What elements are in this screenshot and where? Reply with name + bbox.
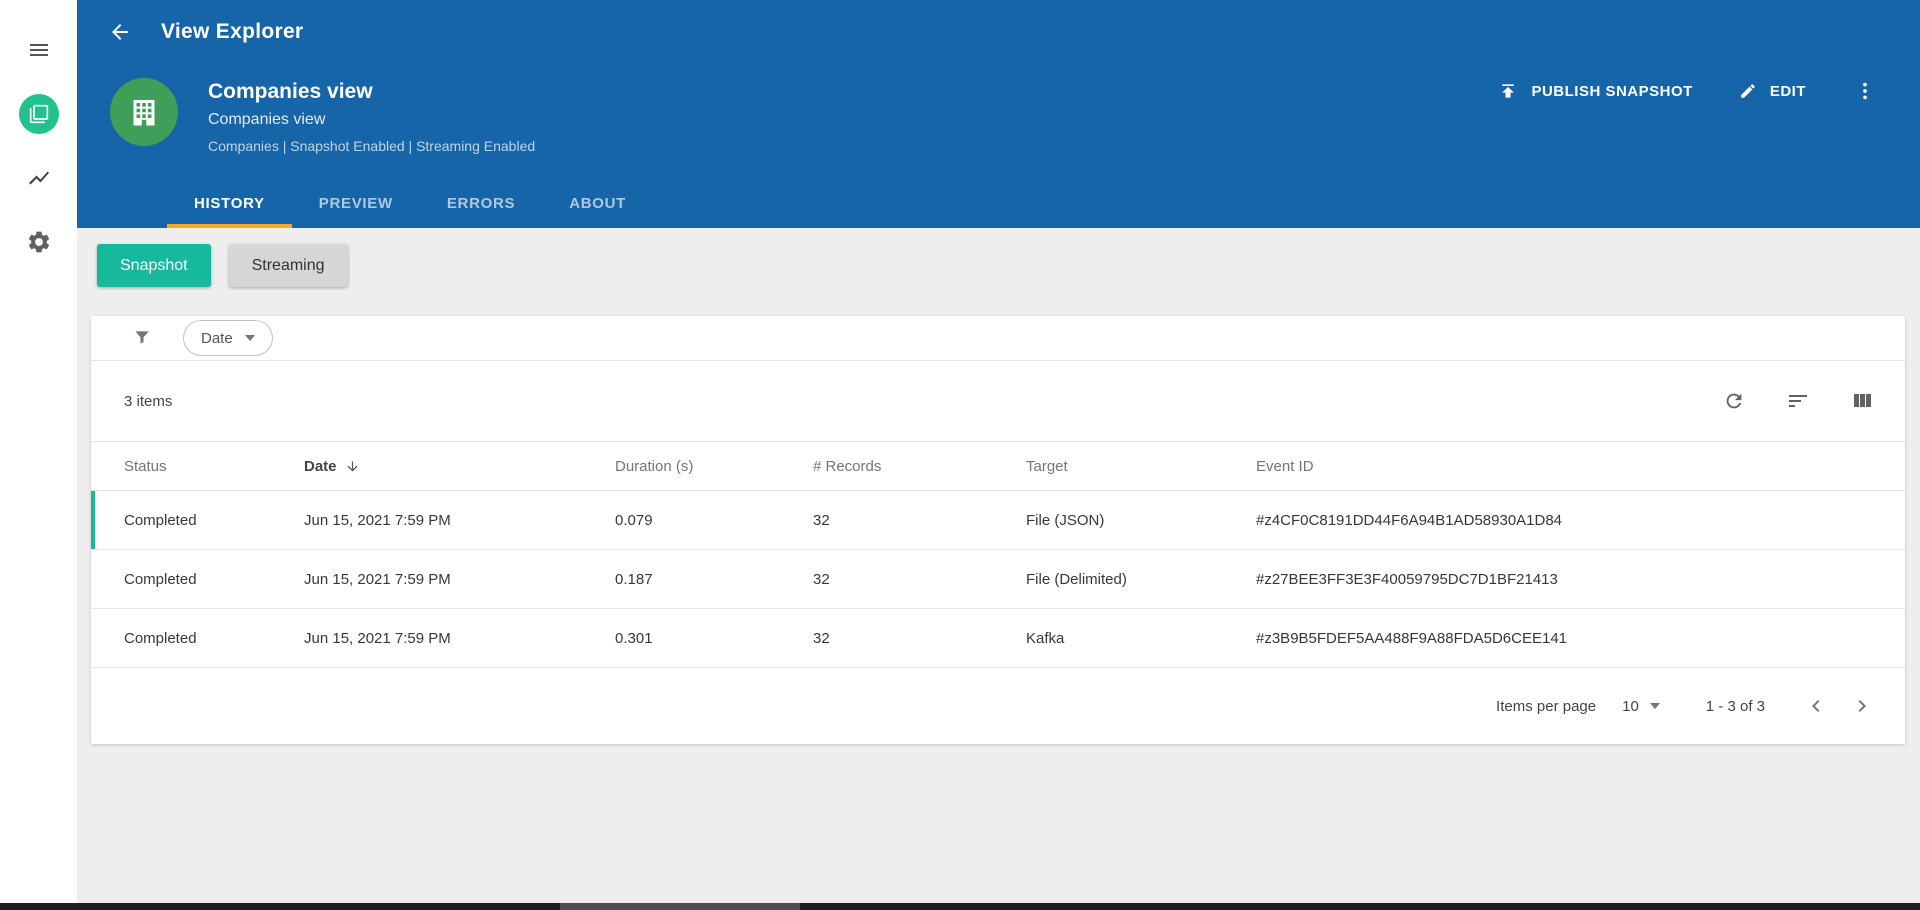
edit-pencil-icon — [1741, 84, 1755, 98]
view-title: Companies view — [208, 80, 373, 103]
tab-about[interactable]: ABOUT — [542, 180, 653, 228]
settings-gear-icon[interactable] — [19, 222, 59, 262]
table-row[interactable]: Completed Jun 15, 2021 7:59 PM 0.079 32 … — [91, 491, 1905, 550]
chevron-down-icon — [244, 335, 255, 341]
cell-event-id: #z27BEE3FF3E3F40059795DC7D1BF21413 — [1256, 570, 1558, 588]
column-header-event-id[interactable]: Event ID — [1256, 458, 1905, 475]
filter-funnel-icon[interactable] — [132, 328, 152, 348]
column-header-duration[interactable]: Duration (s) — [615, 458, 813, 475]
table-actions — [1721, 388, 1875, 414]
table-row[interactable]: Completed Jun 15, 2021 7:59 PM 0.187 32 … — [91, 550, 1905, 609]
count-row: 3 items — [91, 361, 1905, 442]
column-header-status[interactable]: Status — [124, 458, 304, 475]
cell-target: Kafka — [1026, 629, 1065, 647]
chart-icon[interactable] — [19, 158, 59, 198]
page-header: View Explorer Companies view Companies v… — [77, 0, 1920, 228]
cell-duration: 0.301 — [615, 629, 653, 647]
app-title: View Explorer — [161, 20, 304, 43]
back-arrow-icon[interactable] — [107, 19, 133, 45]
history-type-toggles: Snapshot Streaming — [97, 244, 1905, 287]
cell-duration: 0.079 — [615, 511, 653, 529]
snapshot-toggle-button[interactable]: Snapshot — [97, 244, 211, 287]
cell-date: Jun 15, 2021 7:59 PM — [304, 511, 451, 529]
cell-duration: 0.187 — [615, 570, 653, 588]
publish-upload-icon — [1502, 84, 1515, 98]
tab-history[interactable]: HISTORY — [167, 180, 292, 228]
cell-date: Jun 15, 2021 7:59 PM — [304, 629, 451, 647]
filter-row: Date — [91, 316, 1905, 361]
cell-event-id: #z3B9B5FDEF5AA488F9A88FDA5D6CEE141 — [1256, 629, 1568, 647]
columns-icon[interactable] — [1849, 388, 1875, 414]
history-card: Date 3 items Status Date Duration (s) # … — [91, 316, 1905, 744]
column-header-date[interactable]: Date — [304, 458, 615, 475]
app-window: View Explorer Companies view Companies v… — [0, 0, 1920, 910]
chevron-left-icon[interactable] — [1803, 693, 1829, 719]
refresh-icon[interactable] — [1721, 388, 1747, 414]
chevron-down-icon — [1649, 703, 1660, 709]
cell-status: Completed — [124, 629, 197, 647]
tab-errors[interactable]: ERRORS — [420, 180, 542, 228]
sort-arrow-down-icon — [347, 461, 358, 471]
building-avatar-icon — [133, 100, 155, 126]
cell-records: 32 — [813, 629, 830, 647]
sidebar — [0, 0, 77, 903]
views-icon[interactable] — [18, 94, 59, 134]
cell-status: Completed — [124, 570, 197, 588]
publish-snapshot-label: PUBLISH SNAPSHOT — [1531, 82, 1693, 100]
cell-target: File (JSON) — [1026, 511, 1105, 529]
view-subtitle: Companies view — [208, 111, 326, 128]
menu-icon[interactable] — [19, 30, 59, 70]
cell-event-id: #z4CF0C8191DD44F6A94B1AD58930A1D84 — [1256, 511, 1563, 529]
view-meta: Companies | Snapshot Enabled | Streaming… — [208, 138, 536, 154]
items-per-page-value: 10 — [1622, 697, 1639, 715]
cell-status: Completed — [124, 511, 197, 529]
date-filter-chip[interactable]: Date — [183, 320, 273, 356]
items-count-label: 3 items — [124, 392, 173, 410]
column-header-target[interactable]: Target — [1026, 458, 1256, 475]
cell-target: File (Delimited) — [1026, 570, 1127, 588]
date-filter-label: Date — [201, 329, 233, 347]
publish-snapshot-button[interactable]: PUBLISH SNAPSHOT — [1498, 81, 1692, 101]
bottom-bar — [0, 903, 1920, 910]
tab-bar: HISTORY PREVIEW ERRORS ABOUT — [167, 180, 653, 228]
sort-lines-icon[interactable] — [1785, 388, 1811, 414]
table-row[interactable]: Completed Jun 15, 2021 7:59 PM 0.301 32 … — [91, 609, 1905, 668]
header-actions: PUBLISH SNAPSHOT EDIT — [1498, 78, 1878, 104]
streaming-toggle-button[interactable]: Streaming — [228, 244, 348, 287]
topbar: View Explorer — [77, 0, 1920, 64]
pagination: Items per page 10 1 - 3 of 3 — [91, 668, 1905, 744]
bottom-bar-segment — [560, 903, 800, 910]
main-area: View Explorer Companies view Companies v… — [77, 0, 1920, 903]
items-per-page-select[interactable]: 10 — [1622, 698, 1660, 715]
page-range-label: 1 - 3 of 3 — [1705, 697, 1765, 715]
avatar — [110, 78, 178, 146]
tab-preview[interactable]: PREVIEW — [292, 180, 420, 228]
chevron-right-icon[interactable] — [1849, 693, 1875, 719]
view-header-text: Companies view Companies view Companies … — [208, 78, 535, 154]
column-header-records[interactable]: # Records — [813, 458, 1026, 475]
items-per-page-label: Items per page — [1496, 697, 1597, 715]
cell-date: Jun 15, 2021 7:59 PM — [304, 570, 451, 588]
edit-label: EDIT — [1769, 82, 1806, 100]
content: Snapshot Streaming Date 3 items Status D… — [77, 228, 1920, 903]
table-header-row: Status Date Duration (s) # Records Targe… — [91, 442, 1905, 491]
cell-records: 32 — [813, 511, 830, 529]
edit-button[interactable]: EDIT — [1739, 82, 1806, 100]
kebab-menu-icon[interactable] — [1852, 78, 1878, 104]
cell-records: 32 — [813, 570, 830, 588]
